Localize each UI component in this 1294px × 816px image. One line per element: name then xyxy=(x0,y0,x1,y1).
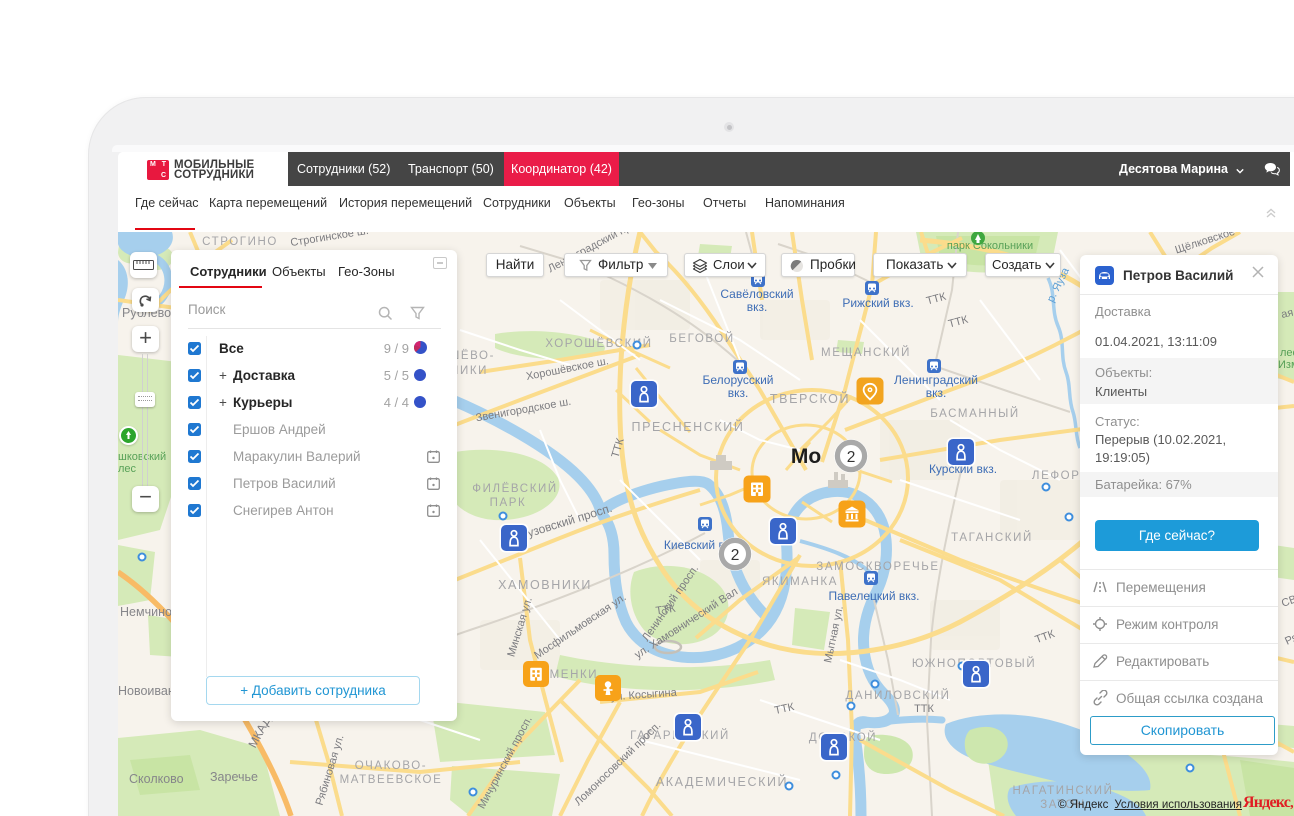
svg-text:2: 2 xyxy=(847,449,856,466)
svg-text:ТАГАНСКИЙ: ТАГАНСКИЙ xyxy=(951,531,1033,544)
svg-text:СТРОГИНО: СТРОГИНО xyxy=(202,236,278,248)
svg-text:лес: лес xyxy=(1280,347,1294,359)
svg-text:ЗАМОСКВОРЕЧЬЕ: ЗАМОСКВОРЕЧЬЕ xyxy=(816,561,939,573)
svg-text:МАТВЕЕВСКОЕ: МАТВЕЕВСКОЕ xyxy=(340,774,443,786)
svg-text:ТВЕРСКОЙ: ТВЕРСКОЙ xyxy=(770,391,850,406)
svg-text:вкз.: вкз. xyxy=(926,386,947,400)
svg-text:лес: лес xyxy=(118,463,137,475)
svg-text:Савёловский: Савёловский xyxy=(720,287,793,301)
svg-text:Мо: Мо xyxy=(791,445,821,468)
svg-text:ДАНИЛОВСКИЙ: ДАНИЛОВСКИЙ xyxy=(846,689,951,702)
svg-text:Рижский вкз.: Рижский вкз. xyxy=(842,296,913,310)
svg-text:МЕЩАНСКИЙ: МЕЩАНСКИЙ xyxy=(821,346,911,359)
svg-text:2: 2 xyxy=(731,547,740,564)
svg-text:ФИЛЁВСКИЙ: ФИЛЁВСКИЙ xyxy=(472,482,557,495)
svg-text:Сколково: Сколково xyxy=(129,772,184,786)
svg-text:ЯКИМАНКА: ЯКИМАНКА xyxy=(762,576,838,588)
svg-text:ХАМОВНИКИ: ХАМОВНИКИ xyxy=(498,578,592,592)
svg-text:БАСМАННЫЙ: БАСМАННЫЙ xyxy=(930,407,1020,420)
svg-text:НАГАТИНСКИЙ: НАГАТИНСКИЙ xyxy=(1013,784,1114,797)
svg-text:Белорусский: Белорусский xyxy=(702,373,773,387)
svg-text:ОЧАКОВО-: ОЧАКОВО- xyxy=(355,760,427,772)
svg-text:вкз.: вкз. xyxy=(728,386,749,400)
svg-text:БЕГОВОЙ: БЕГОВОЙ xyxy=(669,332,734,345)
svg-text:вкз.: вкз. xyxy=(747,300,768,314)
svg-text:ПАРК: ПАРК xyxy=(490,497,527,509)
svg-text:Заречье: Заречье xyxy=(210,770,258,784)
svg-text:парк Сокольники: парк Сокольники xyxy=(947,240,1033,252)
svg-text:Ленинградский: Ленинградский xyxy=(894,373,978,387)
svg-text:ПРЕСНЕНСКИЙ: ПРЕСНЕНСКИЙ xyxy=(632,419,745,434)
svg-text:Изм: Изм xyxy=(1278,359,1294,371)
svg-text:Павелецкий вкз.: Павелецкий вкз. xyxy=(829,589,920,603)
svg-text:АКАДЕМИЧЕСКИЙ: АКАДЕМИЧЕСКИЙ xyxy=(656,774,788,789)
svg-text:ТТК: ТТК xyxy=(914,703,934,715)
